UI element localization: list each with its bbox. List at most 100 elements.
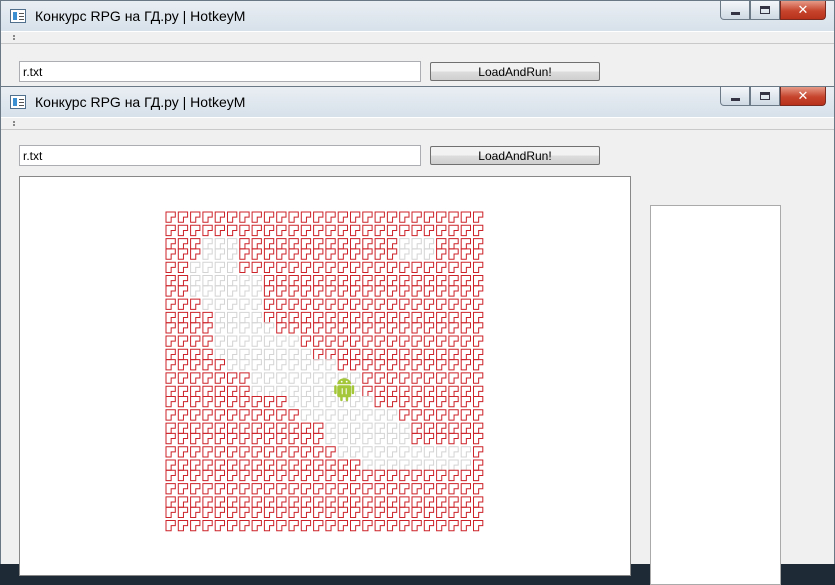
wall-tile — [460, 469, 471, 482]
floor-tile — [325, 372, 336, 384]
wall-tile — [350, 348, 361, 361]
floor-tile — [239, 335, 250, 347]
floor-tile — [362, 446, 373, 458]
wall-tile — [276, 422, 287, 434]
wall-tile — [276, 520, 287, 532]
file-input[interactable]: r.txt — [19, 61, 421, 82]
wall-tile — [276, 261, 287, 273]
maximize-button[interactable] — [750, 1, 780, 20]
wall-tile — [263, 409, 275, 421]
wall-tile — [300, 496, 312, 508]
wall-tile — [399, 372, 410, 384]
wall-tile — [239, 432, 250, 445]
wall-tile — [448, 483, 459, 495]
floor-tile — [423, 238, 435, 250]
wall-tile — [190, 385, 201, 397]
floor-tile — [202, 261, 213, 273]
wall-tile — [374, 322, 385, 334]
floor-tile — [423, 459, 435, 471]
wall-tile — [300, 248, 312, 260]
floor-tile — [214, 335, 225, 347]
wall-tile — [374, 248, 385, 260]
wall-tile — [177, 496, 189, 508]
wall-tile — [190, 496, 201, 508]
wall-tile — [190, 372, 201, 384]
floor-tile — [300, 348, 312, 361]
floor-tile — [350, 409, 361, 421]
wall-tile — [263, 298, 275, 310]
wall-tile — [214, 432, 225, 445]
wall-tile — [448, 496, 459, 508]
wall-tile — [214, 409, 225, 421]
floor-tile — [313, 385, 324, 397]
back-window[interactable]: Конкурс RPG на ГД.ру | HotkeyM ✕ r.txt L… — [0, 0, 835, 90]
wall-tile — [251, 224, 262, 237]
wall-tile — [399, 396, 410, 408]
wall-tile — [239, 446, 250, 458]
wall-tile — [300, 224, 312, 237]
wall-tile — [177, 446, 189, 458]
wall-tile — [386, 520, 398, 532]
maximize-button[interactable] — [750, 87, 780, 106]
load-and-run-button[interactable]: LoadAndRun! — [430, 62, 600, 81]
front-window[interactable]: Конкурс RPG на ГД.ру | HotkeyM ✕ r.txt L… — [0, 86, 835, 585]
wall-tile — [214, 385, 225, 397]
wall-tile — [374, 275, 385, 287]
wall-tile — [288, 422, 299, 434]
wall-tile — [423, 483, 435, 495]
info-panel — [650, 205, 781, 585]
wall-tile — [399, 359, 410, 371]
wall-tile — [436, 348, 447, 361]
wall-tile — [337, 311, 348, 324]
wall-tile — [460, 432, 471, 445]
file-input[interactable]: r.txt — [19, 145, 421, 166]
floor-tile — [448, 446, 459, 458]
floor-tile — [202, 248, 213, 260]
wall-tile — [214, 496, 225, 508]
wall-tile — [337, 248, 348, 260]
wall-tile — [239, 469, 250, 482]
floor-tile — [423, 446, 435, 458]
wall-tile — [177, 483, 189, 495]
wall-tile — [251, 483, 262, 495]
wall-tile — [300, 261, 312, 273]
wall-tile — [214, 446, 225, 458]
wall-tile — [325, 211, 336, 223]
wall-tile — [177, 311, 189, 324]
game-canvas[interactable] — [19, 176, 631, 576]
wall-tile — [460, 275, 471, 287]
wall-tile — [460, 238, 471, 250]
close-button[interactable]: ✕ — [780, 87, 826, 106]
wall-tile — [239, 422, 250, 434]
wall-tile — [263, 446, 275, 458]
minimize-button[interactable] — [720, 87, 750, 106]
wall-tile — [300, 211, 312, 223]
wall-tile — [386, 311, 398, 324]
minimize-button[interactable] — [720, 1, 750, 20]
floor-tile — [325, 409, 336, 421]
wall-tile — [436, 275, 447, 287]
wall-tile — [263, 422, 275, 434]
wall-tile — [473, 359, 484, 371]
wall-tile — [423, 224, 435, 237]
wall-tile — [276, 311, 287, 324]
wall-tile — [337, 496, 348, 508]
title-bar[interactable]: Конкурс RPG на ГД.ру | HotkeyM ✕ — [1, 87, 834, 117]
wall-tile — [214, 372, 225, 384]
wall-tile — [165, 211, 176, 223]
wall-tile — [251, 496, 262, 508]
title-bar[interactable]: Конкурс RPG на ГД.ру | HotkeyM ✕ — [1, 1, 834, 31]
wall-tile — [300, 311, 312, 324]
floor-tile — [300, 359, 312, 371]
wall-tile — [436, 520, 447, 532]
floor-tile — [325, 359, 336, 371]
wall-tile — [399, 322, 410, 334]
wall-tile — [202, 335, 213, 347]
wall-tile — [448, 422, 459, 434]
wall-tile — [251, 211, 262, 223]
floor-tile — [276, 372, 287, 384]
wall-tile — [411, 372, 422, 384]
close-button[interactable]: ✕ — [780, 1, 826, 20]
load-and-run-button[interactable]: LoadAndRun! — [430, 146, 600, 165]
wall-tile — [436, 469, 447, 482]
